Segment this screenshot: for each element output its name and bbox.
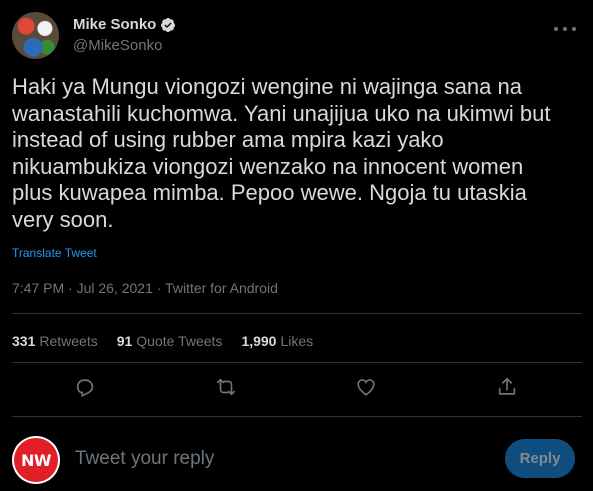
more-dot [554,27,558,31]
more-dot [572,27,576,31]
user-avatar-text: NW [14,438,58,482]
author-display-name[interactable]: Mike Sonko [73,16,156,33]
tweet-header: Mike Sonko @MikeSonko [12,12,582,62]
divider [12,416,582,417]
reply-button[interactable]: Reply [505,439,575,478]
translate-tweet-link[interactable]: Translate Tweet [12,246,97,260]
likes-count: 1,990 [241,333,277,349]
retweet-icon[interactable] [215,376,237,398]
reply-input[interactable] [75,448,455,470]
tweet-actions [12,368,582,408]
more-dot [563,27,567,31]
share-icon[interactable] [496,376,518,398]
divider [12,362,582,363]
reply-composer: NW Reply [0,420,593,491]
author-avatar[interactable] [12,12,59,59]
author-name-row: Mike Sonko [73,16,176,33]
tweet-text: Haki ya Mungu viongozi wengine ni wajing… [12,74,551,232]
likes-stat[interactable]: 1,990 Likes [241,333,313,349]
tweet-stats: 331 Retweets 91 Quote Tweets 1,990 Likes [12,333,332,349]
tweet-meta[interactable]: 7:47 PM · Jul 26, 2021 · Twitter for And… [12,280,278,296]
author-handle[interactable]: @MikeSonko [73,37,162,54]
user-avatar[interactable]: NW [12,436,60,484]
quote-tweets-stat[interactable]: 91 Quote Tweets [117,333,223,349]
reply-icon[interactable] [74,376,96,398]
quote-tweets-count: 91 [116,333,133,349]
more-options-icon[interactable] [554,20,576,38]
divider [12,313,582,314]
verified-badge-icon [161,17,176,32]
quote-tweets-label: Quote Tweets [136,333,223,349]
retweets-label: Retweets [39,333,98,349]
retweets-stat[interactable]: 331 Retweets [12,333,98,349]
likes-label: Likes [280,333,314,349]
retweets-count: 331 [12,333,36,349]
heart-icon[interactable] [355,376,377,398]
